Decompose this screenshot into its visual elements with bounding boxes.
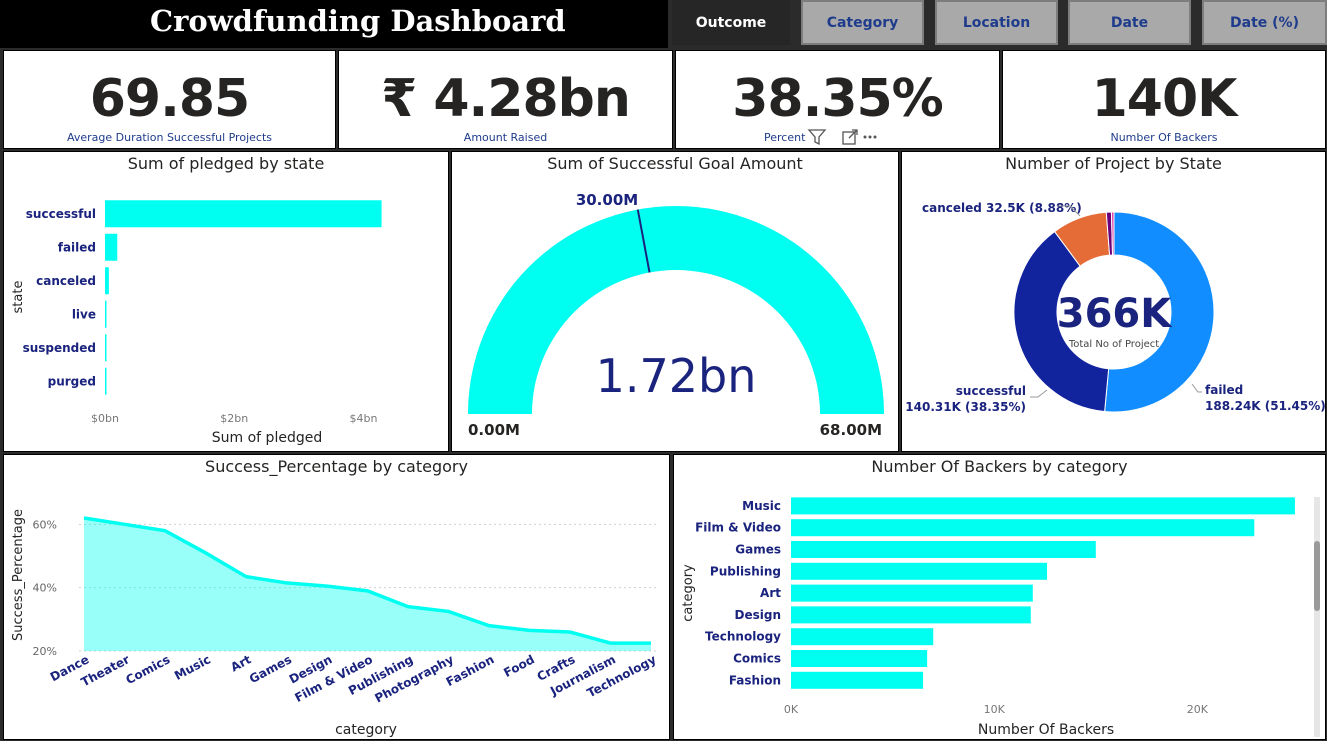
backers-bar xyxy=(791,584,1033,602)
area-svg: 20%40%60%DanceTheaterComics Music ArtGames… xyxy=(11,509,659,738)
backers-bar xyxy=(791,606,1031,624)
tab-location[interactable]: Location xyxy=(935,0,1058,45)
kpi-card-percent[interactable]: 38.35% Percent xyxy=(675,50,1000,149)
category-tick-label: Technology xyxy=(705,630,781,644)
category-tick-label: Music xyxy=(172,652,213,683)
donut-leader-failed xyxy=(1191,383,1202,393)
x-axis-label: category xyxy=(335,722,397,738)
backers-bar xyxy=(791,519,1255,537)
tab-category[interactable]: Category xyxy=(801,0,924,45)
y-axis-label: category xyxy=(681,564,696,622)
state-tick-label: canceled xyxy=(36,274,96,288)
gauge-value-label: 1.72bn xyxy=(596,349,757,403)
visual-header-icons xyxy=(807,129,877,146)
backers-bar xyxy=(791,497,1295,515)
x-tick-label: 20K xyxy=(1187,703,1209,716)
category-tick-label: Design xyxy=(735,608,782,622)
pledged-bar-svg: successful failed canceled live suspended pur… xyxy=(11,200,382,446)
tab-date[interactable]: Date xyxy=(1068,0,1191,45)
x-axis-label: Sum of pledged xyxy=(212,430,322,446)
kpi-label: Average Duration Successful Projects xyxy=(67,131,272,144)
more-options-icon[interactable] xyxy=(863,135,877,139)
donut-leader-successful xyxy=(1030,389,1048,398)
kpi-label: Percent xyxy=(764,131,806,144)
focus-mode-icon[interactable] xyxy=(842,129,858,145)
pledged-bar xyxy=(105,267,109,295)
backers-by-category-chart[interactable]: Number Of Backers by category Music Film … xyxy=(673,454,1326,740)
backers-bar xyxy=(791,671,924,689)
donut-center-label: Total No of Project xyxy=(1068,339,1159,350)
y-tick-label: 20% xyxy=(33,645,57,658)
pledged-bar xyxy=(105,200,382,228)
x-tick-label: $2bn xyxy=(220,412,248,425)
gauge-min-label: 0.00M xyxy=(468,421,520,439)
kpi-value: 38.35% xyxy=(732,69,944,129)
category-tick-label: Games xyxy=(735,543,781,557)
pledged-by-state-chart[interactable]: Sum of pledged by state successful failed… xyxy=(3,151,449,452)
x-tick-label: $4bn xyxy=(349,412,377,425)
scrollbar-thumb[interactable] xyxy=(1314,541,1320,611)
title-bar: Crowdfunding Dashboard xyxy=(0,0,668,48)
pledged-bar xyxy=(105,334,107,362)
x-tick-label: 0K xyxy=(784,703,799,716)
kpi-value: ₹ 4.28bn xyxy=(381,69,631,129)
category-tick-label: Comics xyxy=(733,652,781,666)
gauge-max-label: 68.00M xyxy=(820,421,882,439)
backers-bar xyxy=(791,562,1048,580)
category-tick-label: Publishing xyxy=(710,564,781,578)
category-tick-label: Comics xyxy=(124,652,173,687)
gauge-target-label: 30.00M xyxy=(576,191,638,209)
category-tick-label: Music xyxy=(742,499,781,513)
donut-label-failed-name: failed xyxy=(1205,383,1243,397)
donut-label-successful-value: 140.31K (38.35%) xyxy=(905,400,1026,414)
y-tick-label: 60% xyxy=(33,518,57,531)
backers-bar-svg: Music Film & Video Games Publishing Art Desig… xyxy=(681,497,1295,738)
x-tick-label: $0bn xyxy=(91,412,119,425)
tab-outcome[interactable]: Outcome xyxy=(672,0,790,45)
projects-by-state-donut[interactable]: Number of Project by State 366K Total No … xyxy=(901,151,1326,452)
state-tick-label: purged xyxy=(48,374,96,388)
filter-icon[interactable] xyxy=(807,129,827,146)
donut-svg: 366K Total No of Project canceled 32.5K (8… xyxy=(905,201,1326,414)
kpi-card-amount-raised[interactable]: ₹ 4.28bn Amount Raised xyxy=(338,50,673,149)
backers-bar xyxy=(791,541,1096,558)
tab-date-percent[interactable]: Date (%) xyxy=(1202,0,1327,45)
backers-bar xyxy=(791,628,934,646)
state-tick-label: failed xyxy=(58,240,96,254)
goal-amount-gauge[interactable]: Sum of Successful Goal Amount 30.00M 1.72… xyxy=(451,151,899,452)
state-tick-label: suspended xyxy=(23,341,96,355)
kpi-value: 69.85 xyxy=(89,69,250,129)
donut-center-value: 366K xyxy=(1057,291,1173,337)
dashboard-title: Crowdfunding Dashboard xyxy=(150,4,566,38)
state-tick-label: live xyxy=(72,307,96,321)
gauge-svg: 30.00M 1.72bn 0.00M 68.00M xyxy=(468,191,884,439)
donut-label-successful-name: successful xyxy=(956,384,1026,398)
y-axis-label: Success_Percentage xyxy=(11,509,26,641)
kpi-card-avg-duration[interactable]: 69.85 Average Duration Successful Projec… xyxy=(3,50,336,149)
scrollbar-track[interactable] xyxy=(1314,497,1320,737)
x-tick-label: 10K xyxy=(984,703,1006,716)
backers-bar xyxy=(791,650,928,667)
category-tick-label: Film & Video xyxy=(695,521,781,535)
donut-label-canceled: canceled 32.5K (8.88%) xyxy=(922,201,1082,215)
category-tick-label: Games xyxy=(247,652,294,686)
y-axis-label: state xyxy=(11,281,26,314)
kpi-label: Amount Raised xyxy=(463,131,548,144)
kpi-value: 140K xyxy=(1091,69,1238,129)
category-tick-label: Fashion xyxy=(729,673,781,687)
kpi-card-backers[interactable]: 140K Number Of Backers xyxy=(1002,50,1326,149)
pledged-bar xyxy=(105,300,107,328)
y-tick-label: 40% xyxy=(33,582,57,595)
pledged-bar xyxy=(105,367,107,395)
category-tick-label: Art xyxy=(760,586,781,600)
category-tick-label: Food xyxy=(501,652,537,680)
donut-label-failed-value: 188.24K (51.45%) xyxy=(1205,399,1326,413)
pledged-bar xyxy=(105,233,118,261)
kpi-label: Number Of Backers xyxy=(1110,131,1218,144)
success-percentage-chart[interactable]: Success_Percentage by category 20% 40% 60%… xyxy=(3,454,670,740)
state-tick-label: successful xyxy=(26,207,96,221)
x-axis-label: Number Of Backers xyxy=(978,722,1114,738)
